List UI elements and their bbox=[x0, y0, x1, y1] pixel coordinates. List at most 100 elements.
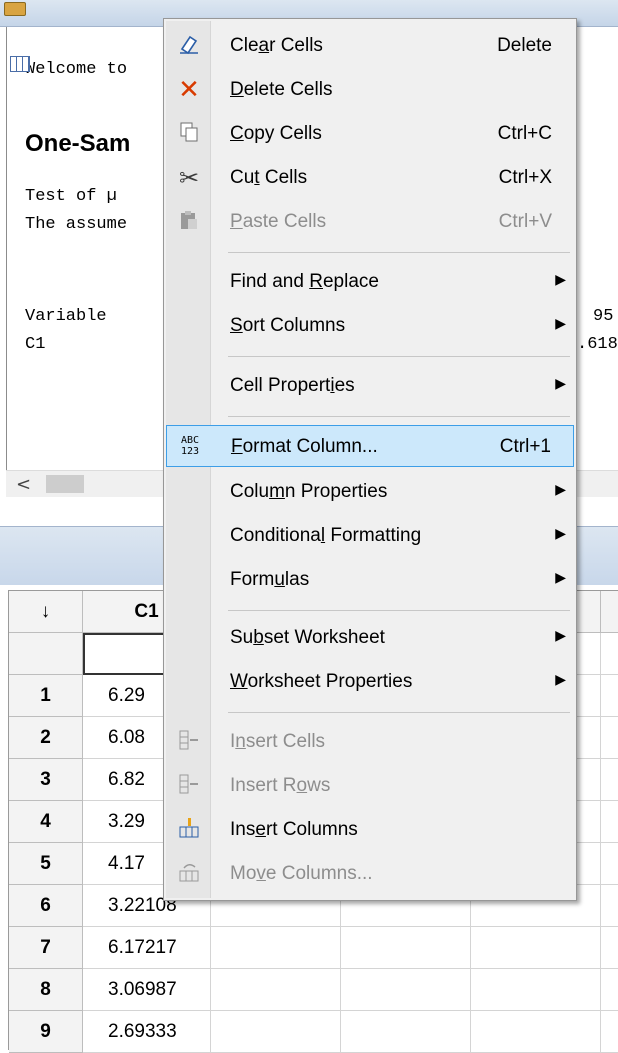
table-cell[interactable] bbox=[601, 801, 618, 843]
session-assume-text: The assume bbox=[25, 215, 128, 234]
table-cell[interactable] bbox=[601, 927, 618, 969]
table-cell[interactable] bbox=[471, 1011, 601, 1053]
table-cell-c1[interactable]: 3.06987 bbox=[83, 969, 211, 1011]
menu-item-clear-cells[interactable]: Clear Cells Delete bbox=[166, 25, 574, 67]
menu-separator bbox=[228, 252, 570, 253]
session-heading: One-Sam bbox=[25, 130, 131, 157]
menu-item-insert-rows[interactable]: Insert Rows bbox=[166, 765, 574, 807]
conditional-formatting-label: Conditional Formatting bbox=[230, 525, 422, 546]
row-header[interactable]: 2 bbox=[9, 717, 83, 759]
format-column-shortcut: Ctrl+1 bbox=[499, 436, 551, 457]
copy-cells-shortcut: Ctrl+C bbox=[497, 123, 552, 144]
cut-cells-shortcut: Ctrl+X bbox=[498, 167, 552, 188]
name-row-header bbox=[9, 633, 83, 675]
menu-item-insert-columns[interactable]: Insert Columns bbox=[166, 809, 574, 851]
subset-worksheet-label: Subset Worksheet bbox=[230, 627, 385, 648]
table-cell[interactable] bbox=[601, 1011, 618, 1053]
menu-separator bbox=[228, 610, 570, 611]
menu-item-sort-columns[interactable]: Sort Columns ▶ bbox=[166, 305, 574, 347]
menu-item-cut-cells[interactable]: ✂ Cut Cells Ctrl+X bbox=[166, 157, 574, 199]
table-cell[interactable] bbox=[341, 969, 471, 1011]
column-name-cell-c5[interactable] bbox=[601, 633, 618, 675]
menu-item-subset-worksheet[interactable]: Subset Worksheet ▶ bbox=[166, 617, 574, 659]
clear-cells-label: Clear Cells bbox=[230, 35, 323, 56]
worksheet-grid-icon bbox=[10, 56, 30, 72]
sort-direction-header[interactable]: ↓ bbox=[9, 591, 83, 633]
session-test-text: Test of µ bbox=[25, 187, 117, 206]
table-cell[interactable] bbox=[601, 717, 618, 759]
row-header[interactable]: 3 bbox=[9, 759, 83, 801]
scroll-left-arrow-icon[interactable]: < bbox=[16, 474, 31, 495]
row-header[interactable]: 7 bbox=[9, 927, 83, 969]
menu-item-find-replace[interactable]: Find and Replace ▶ bbox=[166, 261, 574, 303]
submenu-arrow-icon: ▶ bbox=[555, 481, 566, 497]
eraser-icon bbox=[176, 33, 202, 59]
menu-item-formulas[interactable]: Formulas ▶ bbox=[166, 559, 574, 601]
session-variable-header: Variable bbox=[25, 307, 107, 326]
menu-item-paste-cells[interactable]: Paste Cells Ctrl+V bbox=[166, 201, 574, 243]
menu-separator bbox=[228, 712, 570, 713]
sort-columns-label: Sort Columns bbox=[230, 315, 346, 336]
paste-cells-label: Paste Cells bbox=[230, 211, 327, 232]
find-replace-label: Find and Replace bbox=[230, 271, 379, 292]
insert-columns-label: Insert Columns bbox=[230, 819, 358, 840]
menu-item-conditional-formatting[interactable]: Conditional Formatting ▶ bbox=[166, 515, 574, 557]
menu-separator bbox=[228, 416, 570, 417]
insert-columns-icon bbox=[176, 817, 202, 843]
cut-cells-label: Cut Cells bbox=[230, 167, 308, 188]
table-cell[interactable] bbox=[211, 1011, 341, 1053]
row-header[interactable]: 9 bbox=[9, 1011, 83, 1053]
menu-item-column-properties[interactable]: Column Properties ▶ bbox=[166, 471, 574, 513]
table-cell[interactable] bbox=[341, 1011, 471, 1053]
table-cell[interactable] bbox=[601, 759, 618, 801]
scrollbar-thumb[interactable] bbox=[46, 475, 84, 493]
row-header[interactable]: 6 bbox=[9, 885, 83, 927]
menu-item-move-columns[interactable]: Move Columns... bbox=[166, 853, 574, 895]
table-cell-c1[interactable]: 6.17217 bbox=[83, 927, 211, 969]
table-cell[interactable] bbox=[601, 843, 618, 885]
row-header[interactable]: 4 bbox=[9, 801, 83, 843]
submenu-arrow-icon: ▶ bbox=[555, 569, 566, 585]
submenu-arrow-icon: ▶ bbox=[555, 671, 566, 687]
menu-item-cell-properties[interactable]: Cell Properties ▶ bbox=[166, 365, 574, 407]
menu-item-delete-cells[interactable]: ✕ Delete Cells bbox=[166, 69, 574, 111]
table-cell[interactable] bbox=[601, 969, 618, 1011]
clear-cells-shortcut: Delete bbox=[497, 35, 552, 56]
menu-item-format-column[interactable]: ABC 123 Format Column... Ctrl+1 bbox=[166, 425, 574, 467]
table-cell[interactable] bbox=[211, 927, 341, 969]
row-header[interactable]: 8 bbox=[9, 969, 83, 1011]
row-header[interactable]: 5 bbox=[9, 843, 83, 885]
move-columns-label: Move Columns... bbox=[230, 863, 373, 884]
insert-rows-icon bbox=[176, 773, 202, 799]
menu-item-insert-cells[interactable]: Insert Cells bbox=[166, 721, 574, 763]
copy-icon bbox=[176, 121, 202, 147]
table-cell[interactable] bbox=[601, 885, 618, 927]
paste-cells-shortcut: Ctrl+V bbox=[498, 211, 552, 232]
submenu-arrow-icon: ▶ bbox=[555, 271, 566, 287]
menu-item-worksheet-properties[interactable]: Worksheet Properties ▶ bbox=[166, 661, 574, 703]
insert-cells-icon bbox=[176, 729, 202, 755]
session-c1-row: C1 bbox=[25, 335, 46, 354]
column-header-c5[interactable] bbox=[601, 591, 618, 633]
delete-cells-label: Delete Cells bbox=[230, 79, 333, 100]
table-cell[interactable] bbox=[471, 927, 601, 969]
menu-separator bbox=[228, 356, 570, 357]
table-cell[interactable] bbox=[341, 927, 471, 969]
insert-rows-label: Insert Rows bbox=[230, 775, 331, 796]
menu-item-copy-cells[interactable]: Copy Cells Ctrl+C bbox=[166, 113, 574, 155]
insert-cells-label: Insert Cells bbox=[230, 731, 326, 752]
move-columns-icon bbox=[176, 861, 202, 887]
context-menu: Clear Cells Delete ✕ Delete Cells Copy C… bbox=[163, 18, 577, 901]
table-cell-c1[interactable]: 2.69333 bbox=[83, 1011, 211, 1053]
table-cell[interactable] bbox=[471, 969, 601, 1011]
session-right-top: 95 bbox=[593, 307, 614, 326]
table-cell[interactable] bbox=[601, 675, 618, 717]
cell-properties-label: Cell Properties bbox=[230, 375, 355, 396]
copy-cells-label: Copy Cells bbox=[230, 123, 322, 144]
submenu-arrow-icon: ▶ bbox=[555, 375, 566, 391]
worksheet-properties-label: Worksheet Properties bbox=[230, 671, 413, 692]
session-right-bottom: .618 bbox=[577, 335, 618, 354]
row-header[interactable]: 1 bbox=[9, 675, 83, 717]
table-cell[interactable] bbox=[211, 969, 341, 1011]
submenu-arrow-icon: ▶ bbox=[555, 627, 566, 643]
